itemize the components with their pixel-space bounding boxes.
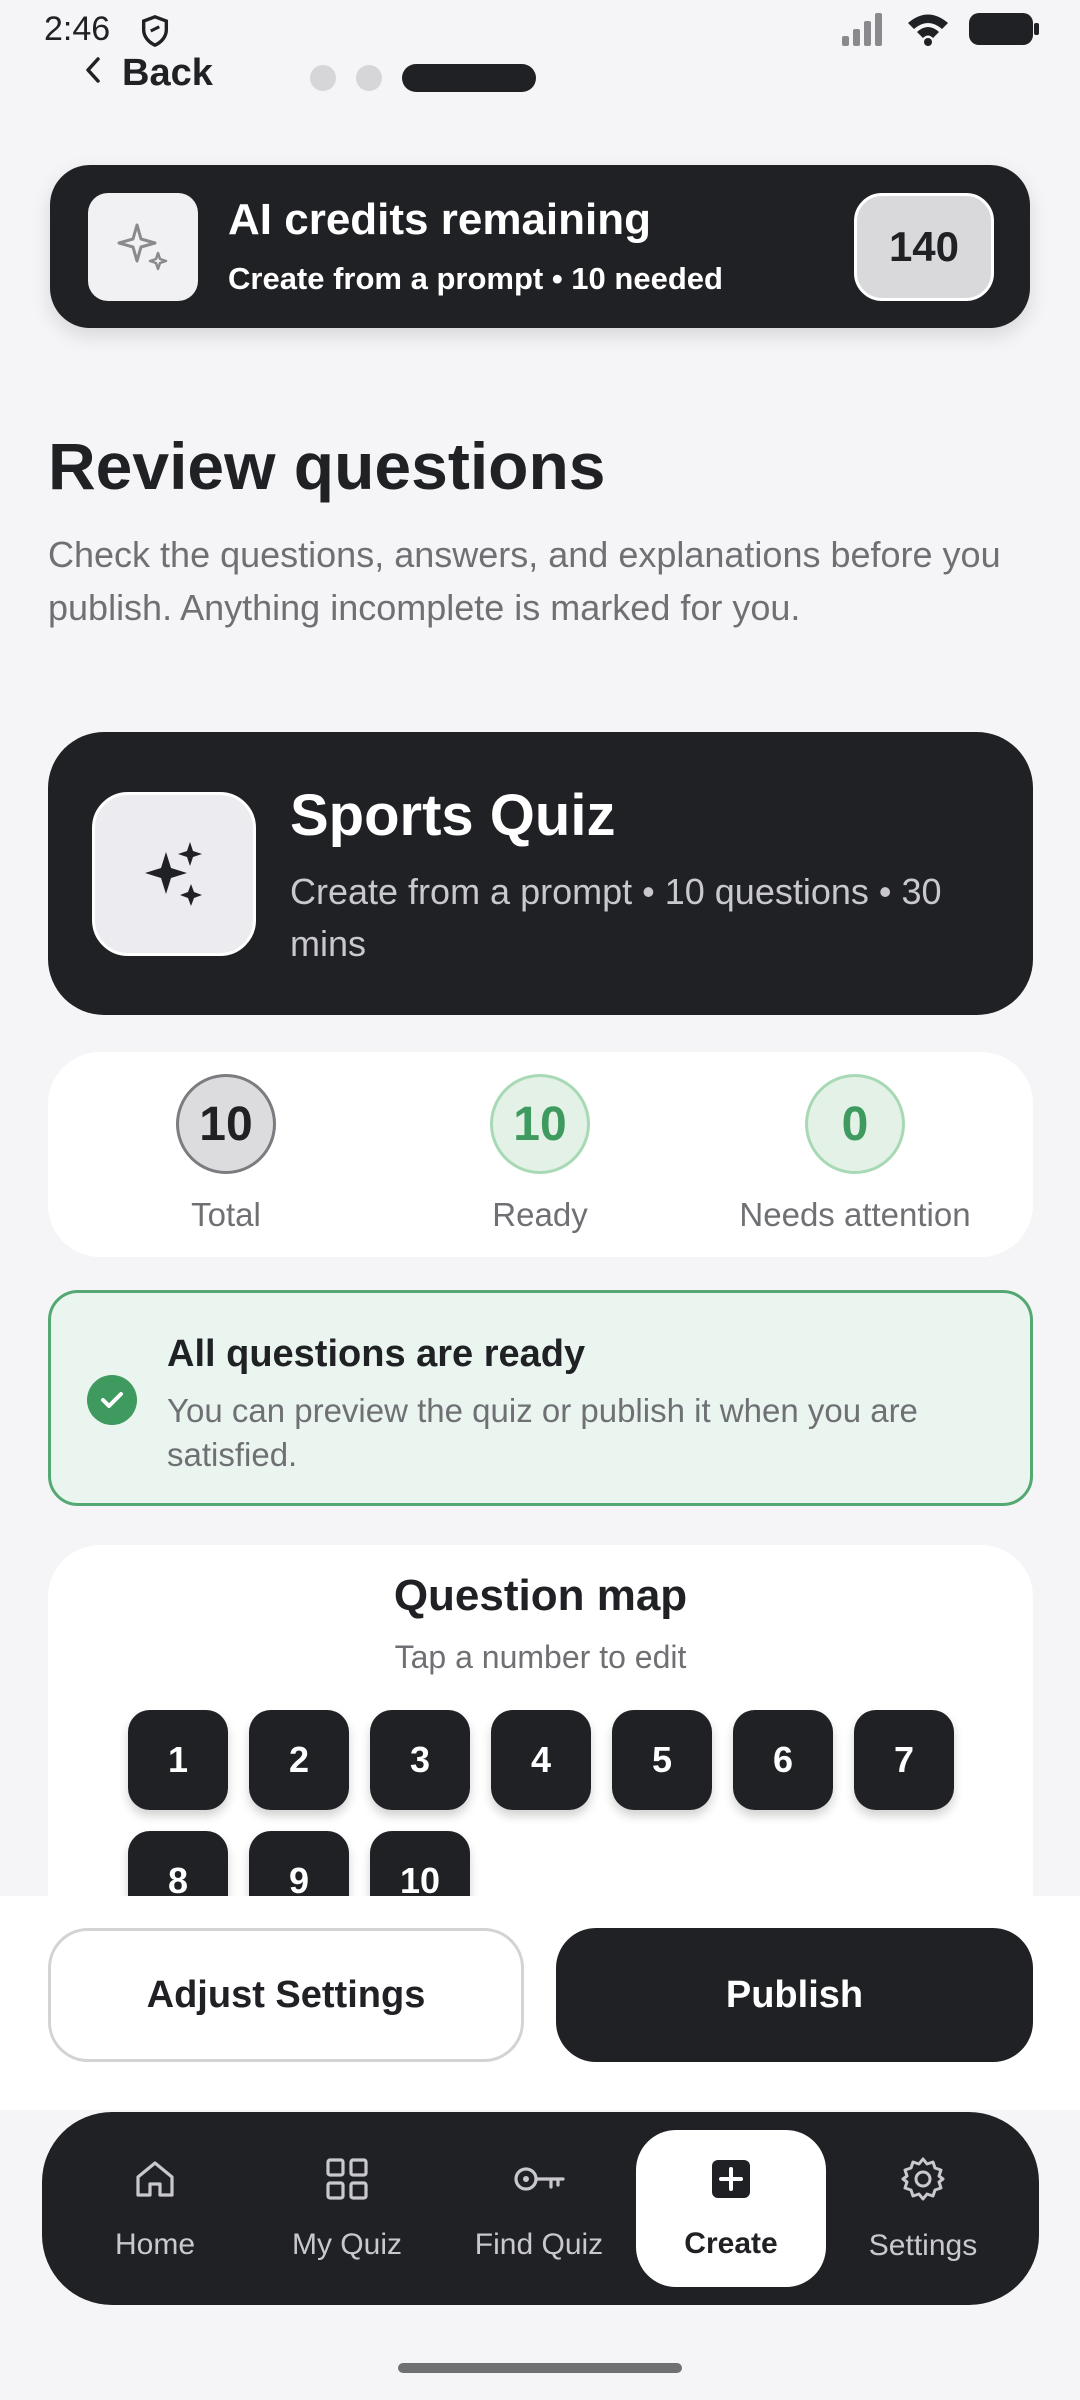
stat-ready-label: Ready — [492, 1196, 588, 1233]
banner-title: All questions are ready — [167, 1333, 586, 1375]
sparkles-icon — [88, 193, 198, 301]
question-button[interactable]: 10 — [370, 1831, 470, 1905]
nav-item-settings[interactable]: Settings — [828, 2112, 1018, 2305]
plus-square-icon — [709, 2157, 753, 2209]
stat-attention-label: Needs attention — [739, 1196, 971, 1233]
question-button[interactable]: 9 — [249, 1831, 349, 1905]
gear-icon — [899, 2155, 947, 2211]
check-circle-icon — [87, 1375, 137, 1425]
action-bar: Adjust Settings Publish — [0, 1896, 1080, 2110]
signal-icon — [840, 12, 888, 51]
nav-label-my-quiz: My Quiz — [291, 2227, 402, 2261]
nav-label-settings: Settings — [868, 2228, 978, 2262]
page-title: Review questions — [48, 429, 606, 503]
question-button[interactable]: 2 — [249, 1710, 349, 1810]
step-indicator — [310, 64, 536, 92]
question-map-title: Question map — [393, 1571, 688, 1620]
all-ready-banner: All questions are ready You can preview … — [48, 1290, 1033, 1506]
stat-total: 10 Total — [76, 1074, 376, 1234]
question-button[interactable]: 4 — [491, 1710, 591, 1810]
key-icon — [511, 2156, 567, 2210]
stat-ready: 10 Ready — [390, 1074, 690, 1234]
back-button[interactable]: Back — [82, 52, 213, 95]
home-indicator[interactable] — [398, 2363, 682, 2373]
shield-icon — [138, 14, 172, 53]
nav-item-my-quiz[interactable]: My Quiz — [252, 2112, 442, 2305]
credits-title: AI credits remaining — [228, 195, 652, 244]
chevron-left-icon — [82, 52, 104, 95]
question-button[interactable]: 3 — [370, 1710, 470, 1810]
grid-icon — [324, 2156, 370, 2210]
question-map-card: Question map Tap a number to edit 1 2 3 … — [48, 1545, 1033, 1905]
question-map-grid: 1 2 3 4 5 6 7 8 9 10 — [128, 1710, 988, 1905]
banner-subtitle: You can preview the quiz or publish it w… — [167, 1392, 918, 1473]
nav-label-find-quiz: Find Quiz — [474, 2227, 604, 2261]
status-time: 2:46 — [44, 10, 111, 48]
stat-total-label: Total — [191, 1196, 261, 1233]
sparkles-icon — [92, 792, 256, 956]
battery-icon — [968, 12, 1040, 51]
bottom-navigation: Home My Quiz Find Quiz Create Settings — [42, 2112, 1039, 2305]
publish-button[interactable]: Publish — [556, 1928, 1033, 2062]
nav-label-home: Home — [114, 2227, 196, 2261]
nav-item-create[interactable]: Create — [636, 2130, 826, 2287]
question-button[interactable]: 1 — [128, 1710, 228, 1810]
question-button[interactable]: 6 — [733, 1710, 833, 1810]
wifi-icon — [906, 12, 950, 51]
step-dot-active — [402, 64, 536, 92]
stat-total-value: 10 — [176, 1074, 276, 1174]
page-description: Check the questions, answers, and explan… — [48, 534, 1001, 628]
step-dot — [356, 65, 382, 91]
question-button[interactable]: 8 — [128, 1831, 228, 1905]
credits-count-badge: 140 — [854, 193, 994, 301]
stat-attention-value: 0 — [805, 1074, 905, 1174]
nav-item-find-quiz[interactable]: Find Quiz — [444, 2112, 634, 2305]
stat-needs-attention: 0 Needs attention — [705, 1074, 1005, 1234]
home-icon — [132, 2156, 178, 2210]
adjust-settings-button[interactable]: Adjust Settings — [48, 1928, 524, 2062]
question-button[interactable]: 5 — [612, 1710, 712, 1810]
back-label: Back — [122, 52, 213, 94]
ai-credits-card: AI credits remaining Create from a promp… — [50, 165, 1030, 328]
question-stats-card: 10 Total 10 Ready 0 Needs attention — [48, 1052, 1033, 1257]
nav-label-create: Create — [684, 2226, 778, 2260]
stat-ready-value: 10 — [490, 1074, 590, 1174]
nav-item-home[interactable]: Home — [60, 2112, 250, 2305]
question-button[interactable]: 7 — [854, 1710, 954, 1810]
credits-subtitle: Create from a prompt • 10 needed — [228, 261, 723, 296]
quiz-title: Sports Quiz — [290, 783, 616, 848]
question-map-subtitle: Tap a number to edit — [394, 1639, 687, 1675]
quiz-meta: Create from a prompt • 10 questions • 30… — [290, 871, 942, 964]
quiz-summary-card: Sports Quiz Create from a prompt • 10 qu… — [48, 732, 1033, 1015]
step-dot — [310, 65, 336, 91]
